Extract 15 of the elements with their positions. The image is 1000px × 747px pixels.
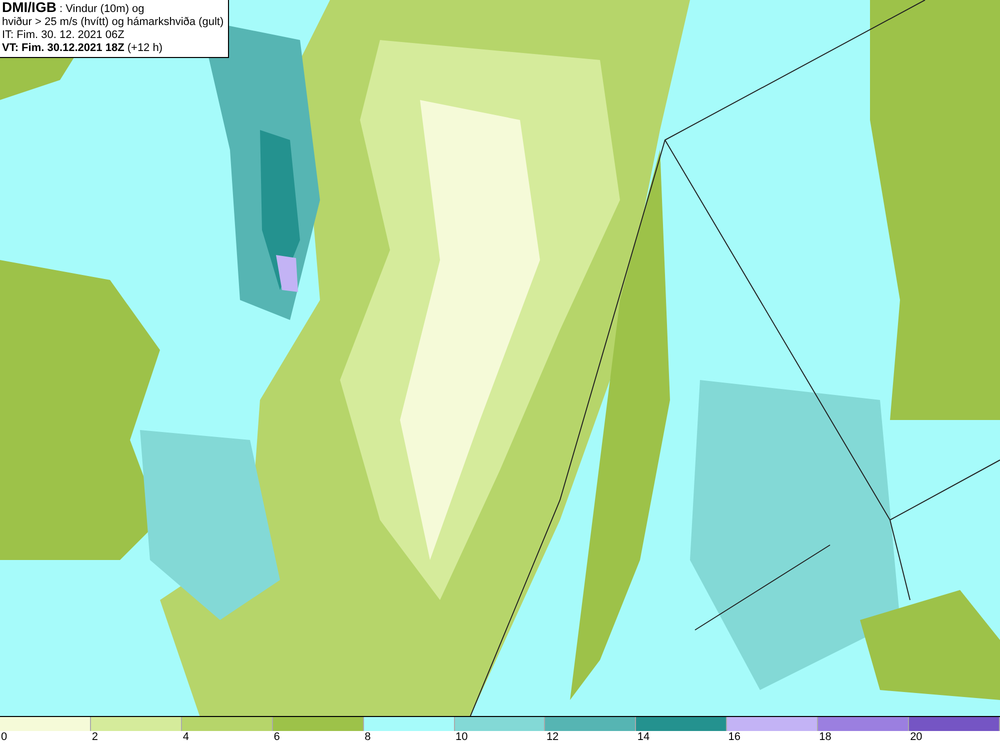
legend-label: 18	[818, 731, 832, 744]
legend-label: 10	[454, 731, 468, 744]
legend-label: 2	[90, 731, 98, 744]
legend-label: 14	[636, 731, 650, 744]
legend-label: 4	[182, 731, 189, 744]
title-line: VT: Fim. 30.12.2021 18Z (+12 h)	[2, 42, 164, 55]
legend-label: 20	[909, 731, 922, 744]
legend-label: 8	[364, 731, 371, 744]
title-line: DMI/IGB : Vindur (10m) og	[2, 1, 146, 16]
legend-label: 6	[272, 731, 280, 744]
legend-label: 16	[727, 731, 740, 744]
title-line: IT: Fim. 30. 12. 2021 06Z	[2, 29, 126, 42]
title-line: hviður > 25 m/s (hvítt) og hámarkshviða (gult)	[2, 16, 224, 29]
legend-label: 12	[545, 731, 559, 744]
legend-label: 0	[0, 731, 8, 744]
